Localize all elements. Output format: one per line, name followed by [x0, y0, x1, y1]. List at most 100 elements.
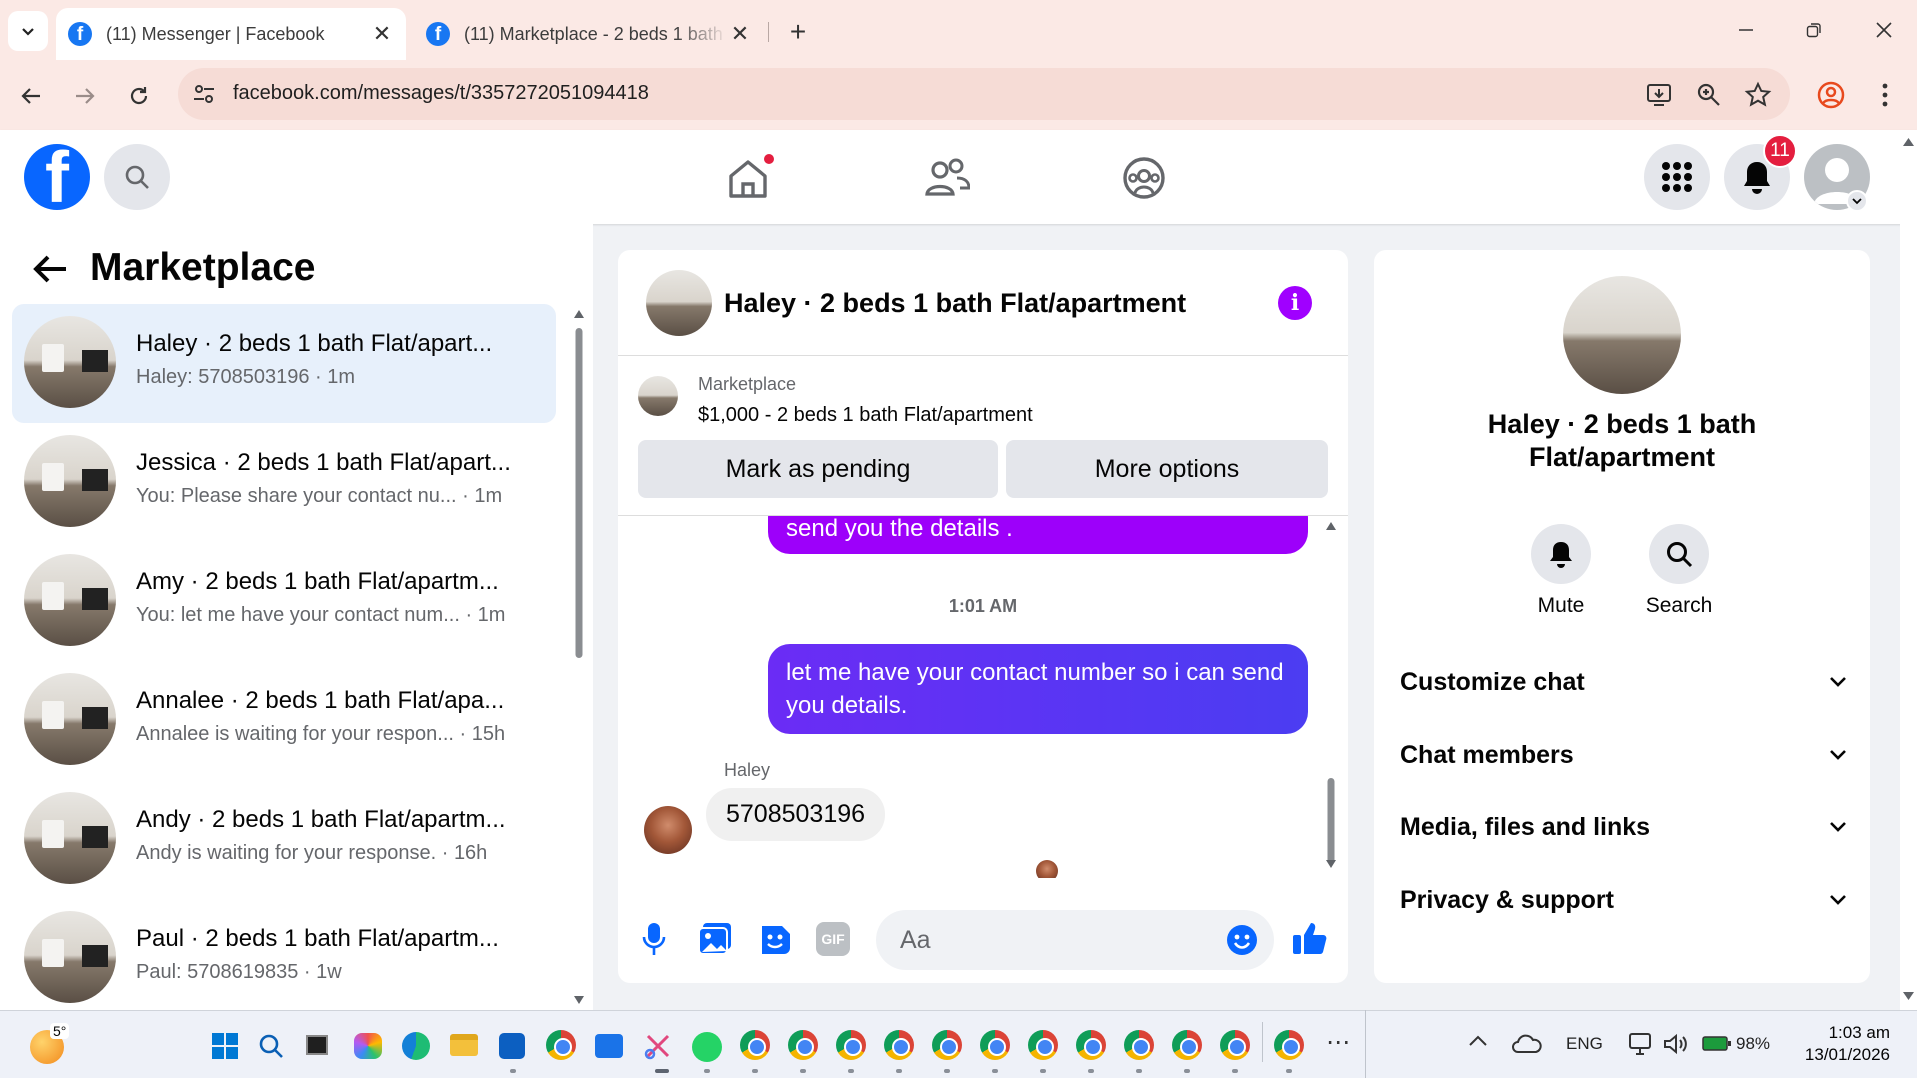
onedrive-icon[interactable]: [1512, 1034, 1542, 1054]
facebook-logo[interactable]: f: [24, 144, 90, 210]
chrome-taskbar-icon[interactable]: [1124, 1030, 1154, 1060]
store-icon[interactable]: [499, 1033, 525, 1059]
volume-icon[interactable]: [1662, 1032, 1688, 1056]
chrome-taskbar-icon[interactable]: [1220, 1030, 1250, 1060]
outlook-icon[interactable]: [595, 1034, 623, 1058]
media-files-links-section[interactable]: Media, files and links: [1400, 797, 1848, 857]
chrome-taskbar-icon[interactable]: [788, 1030, 818, 1060]
tray-overflow-icon[interactable]: [1468, 1034, 1488, 1048]
browser-tab-marketplace[interactable]: f (11) Marketplace - 2 beds 1 bath Flat/…: [414, 8, 764, 60]
chat-list-item[interactable]: Haley · 2 beds 1 bath Flat/apart... Hale…: [12, 304, 556, 423]
forward-button[interactable]: [68, 79, 102, 113]
chat-list-item[interactable]: Amy · 2 beds 1 bath Flat/apartm... You: …: [12, 542, 556, 661]
more-options-button[interactable]: More options: [1006, 440, 1328, 498]
search-button[interactable]: [104, 144, 170, 210]
url-text[interactable]: facebook.com/messages/t/3357272051094418: [233, 82, 649, 105]
mute-button[interactable]: Mute: [1526, 524, 1596, 618]
chat-list-item[interactable]: Paul · 2 beds 1 bath Flat/apartm... Paul…: [12, 899, 556, 1009]
start-icon[interactable]: [212, 1033, 238, 1059]
snipping-tool-icon[interactable]: [644, 1032, 672, 1060]
chrome-taskbar-icon[interactable]: [980, 1030, 1010, 1060]
language-indicator[interactable]: ENG: [1566, 1034, 1603, 1054]
chat-name: Annalee · 2 beds 1 bath Flat/apa...: [136, 687, 505, 714]
chat-details-panel: Haley · 2 beds 1 bath Flat/apartment Mut…: [1374, 250, 1870, 983]
chat-details-avatar[interactable]: [1563, 276, 1681, 394]
install-app-icon[interactable]: [1646, 82, 1672, 108]
mark-as-pending-button[interactable]: Mark as pending: [638, 440, 998, 498]
chrome-taskbar-icon[interactable]: [1028, 1030, 1058, 1060]
browser-menu-icon[interactable]: [1880, 82, 1890, 108]
like-button[interactable]: [1292, 920, 1328, 956]
chrome-taskbar-icon[interactable]: [740, 1030, 770, 1060]
tab-search-button[interactable]: [8, 11, 48, 51]
chrome-taskbar-icon[interactable]: [1274, 1030, 1304, 1060]
taskbar-search-icon[interactable]: [258, 1033, 284, 1059]
chat-name: Andy · 2 beds 1 bath Flat/apartm...: [136, 806, 506, 833]
message-scrollbar[interactable]: [1324, 516, 1338, 878]
read-receipt-avatar: [1036, 860, 1058, 878]
clock-date: 13/01/2026: [1804, 1045, 1890, 1064]
chrome-taskbar-icon[interactable]: [884, 1030, 914, 1060]
battery-icon[interactable]: [1702, 1034, 1732, 1052]
customize-chat-section[interactable]: Customize chat: [1400, 652, 1848, 712]
edge-icon[interactable]: [402, 1032, 430, 1060]
listing-title[interactable]: $1,000 - 2 beds 1 bath Flat/apartment: [698, 404, 1033, 427]
whatsapp-icon[interactable]: [692, 1032, 722, 1062]
chrome-taskbar-icon[interactable]: [546, 1030, 576, 1060]
chat-list-item[interactable]: Annalee · 2 beds 1 bath Flat/apa... Anna…: [12, 661, 556, 780]
info-icon[interactable]: i: [1278, 286, 1312, 320]
file-explorer-icon[interactable]: [450, 1034, 478, 1056]
search-icon: [125, 165, 149, 189]
chat-list-item[interactable]: Andy · 2 beds 1 bath Flat/apartm... Andy…: [12, 780, 556, 899]
site-settings-icon[interactable]: [192, 82, 216, 106]
conversation-title[interactable]: Haley · 2 beds 1 bath Flat/apartment: [724, 288, 1186, 319]
back-button[interactable]: [14, 79, 48, 113]
account-chevron-icon[interactable]: [1846, 190, 1868, 212]
new-tab-button[interactable]: +: [780, 14, 816, 50]
menu-button[interactable]: [1644, 144, 1710, 210]
close-window-button[interactable]: [1864, 14, 1904, 46]
close-tab-icon[interactable]: ✕: [728, 21, 752, 47]
outgoing-message-bubble[interactable]: send you the details .: [768, 516, 1308, 554]
network-icon[interactable]: [1628, 1032, 1654, 1056]
taskbar-divider: [1262, 1022, 1263, 1062]
reload-button[interactable]: [122, 79, 156, 113]
friends-nav-button[interactable]: [924, 156, 970, 200]
chrome-taskbar-icon[interactable]: [1076, 1030, 1106, 1060]
chrome-taskbar-icon[interactable]: [932, 1030, 962, 1060]
zoom-icon[interactable]: [1696, 82, 1722, 108]
attach-photo-button[interactable]: [698, 922, 732, 956]
outgoing-message-bubble[interactable]: let me have your contact number so i can…: [768, 644, 1308, 734]
profile-icon[interactable]: [1816, 80, 1846, 110]
chat-list-scrollbar[interactable]: [572, 304, 586, 1010]
search-in-conversation-button[interactable]: Search: [1644, 524, 1714, 618]
listing-thumbnail[interactable]: [638, 376, 678, 416]
chat-list-item[interactable]: Jessica · 2 beds 1 bath Flat/apart... Yo…: [12, 423, 556, 542]
minimize-button[interactable]: [1726, 14, 1766, 46]
chat-preview: Paul: 5708619835 · 1w: [136, 961, 342, 983]
chrome-taskbar-icon[interactable]: [836, 1030, 866, 1060]
chat-members-section[interactable]: Chat members: [1400, 725, 1848, 785]
message-input[interactable]: Aa: [876, 910, 1274, 970]
chrome-taskbar-icon[interactable]: [1172, 1030, 1202, 1060]
page-scrollbar[interactable]: [1900, 130, 1917, 1010]
back-to-chats-button[interactable]: [32, 254, 68, 284]
restore-button[interactable]: [1794, 14, 1834, 46]
sender-avatar[interactable]: [644, 806, 692, 854]
conversation-avatar[interactable]: [646, 270, 712, 336]
emoji-icon[interactable]: [1226, 924, 1258, 956]
voice-clip-button[interactable]: [642, 922, 666, 956]
close-tab-icon[interactable]: ✕: [370, 21, 394, 47]
bookmark-star-icon[interactable]: [1744, 81, 1772, 109]
incoming-message-bubble[interactable]: 5708503196: [706, 788, 886, 841]
clock[interactable]: 1:03 am 13/01/2026: [1780, 1022, 1890, 1066]
browser-tab-messenger[interactable]: f (11) Messenger | Facebook ✕: [56, 8, 406, 60]
chevron-down-icon: [22, 28, 34, 36]
gif-icon[interactable]: GIF: [816, 922, 850, 956]
more-apps-icon[interactable]: ⋯: [1326, 1028, 1350, 1057]
groups-nav-button[interactable]: [1122, 156, 1166, 200]
privacy-support-section[interactable]: Privacy & support: [1400, 870, 1848, 930]
task-view-icon[interactable]: [306, 1035, 328, 1055]
sticker-button[interactable]: [758, 922, 792, 956]
copilot-icon[interactable]: [354, 1033, 382, 1059]
